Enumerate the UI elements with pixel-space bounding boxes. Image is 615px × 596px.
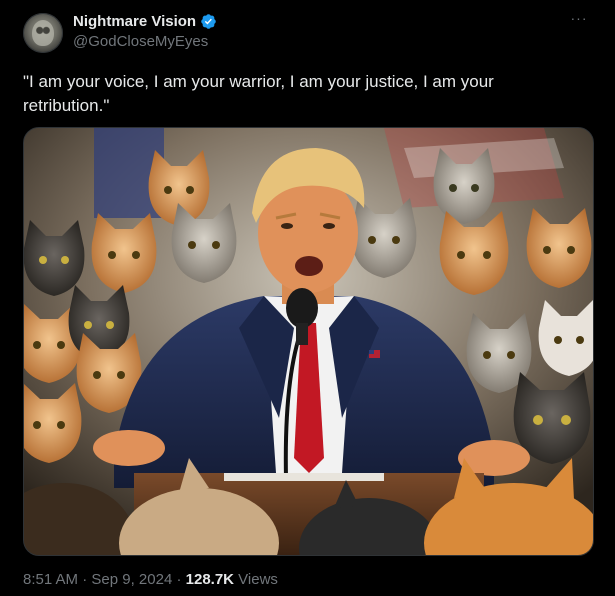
author-name-row: Nightmare Vision: [73, 13, 217, 30]
author-avatar[interactable]: [23, 13, 63, 53]
tweet-time[interactable]: 8:51 AM: [23, 571, 78, 588]
author-display-name[interactable]: Nightmare Vision: [73, 13, 196, 30]
views-count[interactable]: 128.7K: [186, 571, 234, 588]
tweet-text: "I am your voice, I am your warrior, I a…: [23, 72, 494, 115]
tweet-card: Nightmare Vision @GodCloseMyEyes ··· "I …: [0, 0, 615, 596]
more-dots-icon[interactable]: ···: [569, 11, 589, 27]
tweet-image-illustration: [24, 128, 593, 555]
tweet-date[interactable]: Sep 9, 2024: [91, 571, 172, 588]
meta-separator: ·: [172, 571, 186, 588]
tweet-image[interactable]: [23, 127, 594, 556]
verified-badge-icon: [200, 13, 217, 30]
tweet-meta: 8:51 AM · Sep 9, 2024 · 128.7K Views: [23, 571, 278, 588]
author-handle[interactable]: @GodCloseMyEyes: [73, 33, 208, 50]
meta-separator: ·: [78, 571, 92, 588]
views-label: Views: [234, 571, 278, 588]
